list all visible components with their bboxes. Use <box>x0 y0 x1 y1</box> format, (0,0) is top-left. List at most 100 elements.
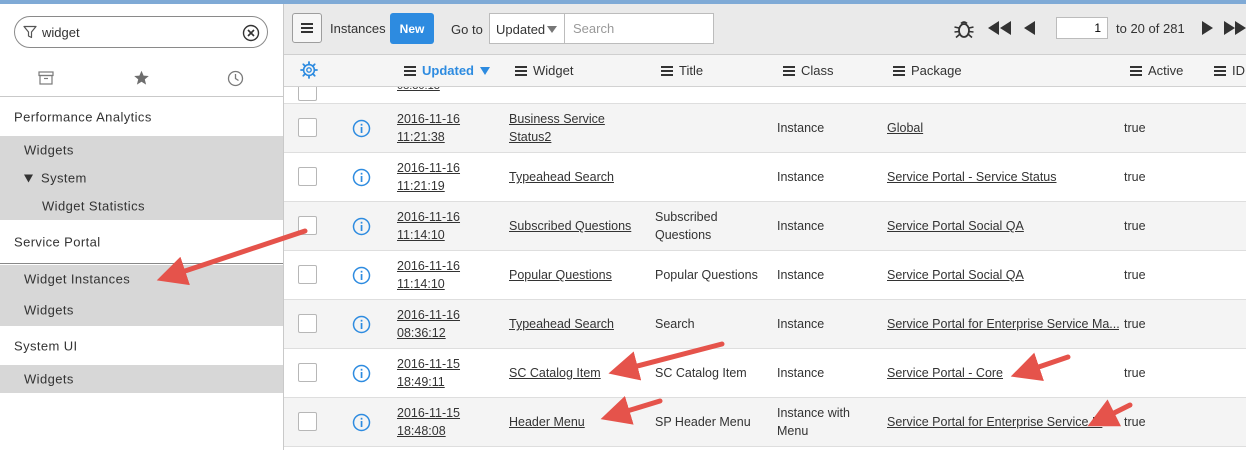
first-page-icon[interactable] <box>988 19 1012 37</box>
nav-module-widgets-pa[interactable]: Widgets <box>0 136 283 164</box>
cell-package-text[interactable]: Global <box>887 119 1119 137</box>
cell-package-text[interactable]: Service Portal - Service Status <box>887 168 1119 186</box>
cell-updated[interactable]: 2016-11-16 08:36:12 <box>397 306 460 342</box>
table-row[interactable]: 2016-11-16 11:14:10 Subscribed Questions Su… <box>284 202 1246 251</box>
star-icon[interactable] <box>129 66 153 90</box>
row-checkbox[interactable] <box>298 314 317 333</box>
cell-package[interactable]: Service Portal Social QA <box>887 266 1119 284</box>
table-row[interactable]: 2016-11-15 18:48:08 Header Menu SP Header M… <box>284 398 1246 447</box>
cell-updated[interactable]: 2016-11-16 11:14:10 <box>397 257 460 293</box>
cell-widget[interactable]: Typeahead Search <box>509 168 634 186</box>
nav-module-widget-instances[interactable]: Widget Instances <box>0 265 283 293</box>
next-page-icon[interactable] <box>1201 19 1213 37</box>
row-checkbox[interactable] <box>298 87 317 101</box>
cell-updated-partial[interactable]: 08:30:13 <box>397 87 440 95</box>
cell-updated-text[interactable]: 2016-11-16 <box>397 257 460 275</box>
cell-updated-text[interactable]: 2016-11-16 <box>397 159 460 177</box>
cell-package[interactable]: Service Portal - Service Status <box>887 168 1119 186</box>
nav-app-system-ui[interactable]: System UI <box>0 326 283 365</box>
cell-updated-text[interactable]: 2016-11-16 <box>397 208 460 226</box>
cell-updated-text[interactable]: 11:14:10 <box>397 226 460 244</box>
cell-widget[interactable]: Popular Questions <box>509 266 634 284</box>
cell-widget-text[interactable]: Business Service Status2 <box>509 110 634 146</box>
cell-package-text[interactable]: Service Portal - Core <box>887 364 1119 382</box>
table-row[interactable]: 2016-11-16 11:14:10 Popular Questions Popul… <box>284 251 1246 300</box>
info-icon[interactable] <box>352 364 371 383</box>
nav-app-performance-analytics[interactable]: Performance Analytics <box>0 97 283 136</box>
navigator-filter-input[interactable]: widget <box>42 25 80 40</box>
nav-module-system[interactable]: System <box>0 164 283 192</box>
cell-updated-text[interactable]: 2016-11-16 <box>397 306 460 324</box>
row-checkbox[interactable] <box>298 412 317 431</box>
cell-package-text[interactable]: Service Portal for Enterprise Service M <box>887 413 1119 431</box>
info-icon[interactable] <box>352 413 371 432</box>
info-icon[interactable] <box>352 168 371 187</box>
cell-updated-text[interactable]: 2016-11-15 <box>397 355 460 373</box>
cell-updated-text[interactable]: 18:48:08 <box>397 422 460 440</box>
nav-module-widgets-sp[interactable]: Widgets <box>0 293 283 326</box>
cell-widget[interactable]: Header Menu <box>509 413 634 431</box>
column-header-package[interactable]: Package <box>893 63 962 78</box>
cell-widget-text[interactable]: Typeahead Search <box>509 315 634 333</box>
goto-field-select[interactable]: Updated <box>489 13 565 44</box>
column-header-updated[interactable]: Updated <box>404 63 490 78</box>
last-page-icon[interactable] <box>1224 19 1246 37</box>
cell-package[interactable]: Service Portal - Core <box>887 364 1119 382</box>
cell-widget-text[interactable]: Subscribed Questions <box>509 217 634 235</box>
cell-package[interactable]: Global <box>887 119 1119 137</box>
cell-widget[interactable]: Subscribed Questions <box>509 217 634 235</box>
cell-updated[interactable]: 2016-11-16 11:21:38 <box>397 110 460 146</box>
new-button[interactable]: New <box>390 13 434 44</box>
row-checkbox[interactable] <box>298 118 317 137</box>
row-checkbox[interactable] <box>298 216 317 235</box>
column-menu-icon[interactable] <box>893 65 905 76</box>
nav-app-service-portal[interactable]: Service Portal <box>0 220 283 264</box>
cell-widget[interactable]: Typeahead Search <box>509 315 634 333</box>
previous-page-icon[interactable] <box>1024 19 1036 37</box>
cell-widget-text[interactable]: Header Menu <box>509 413 634 431</box>
row-checkbox[interactable] <box>298 167 317 186</box>
info-icon[interactable] <box>352 315 371 334</box>
cell-package-text[interactable]: Service Portal for Enterprise Service Ma… <box>887 315 1119 333</box>
info-icon[interactable] <box>352 266 371 285</box>
column-menu-icon[interactable] <box>1214 65 1226 76</box>
cell-updated[interactable]: 2016-11-15 18:49:11 <box>397 355 460 391</box>
info-icon[interactable] <box>352 217 371 236</box>
nav-module-widgets-ui[interactable]: Widgets <box>0 365 283 393</box>
clock-icon[interactable] <box>223 66 247 90</box>
column-menu-icon[interactable] <box>515 65 527 76</box>
cell-updated-text[interactable]: 2016-11-16 <box>397 110 460 128</box>
cell-updated-text[interactable]: 11:14:10 <box>397 275 460 293</box>
cell-widget-text[interactable]: Typeahead Search <box>509 168 634 186</box>
column-header-widget[interactable]: Widget <box>515 63 573 78</box>
table-row[interactable]: 2016-11-16 08:36:12 Typeahead Search Search… <box>284 300 1246 349</box>
cell-updated-text[interactable]: 11:21:19 <box>397 177 460 195</box>
table-row[interactable]: 2016-11-15 18:49:11 SC Catalog Item SC Cata… <box>284 349 1246 398</box>
table-row-partial[interactable]: 08:30:13 <box>284 87 1246 104</box>
cell-updated[interactable]: 2016-11-16 11:14:10 <box>397 208 460 244</box>
cell-package[interactable]: Service Portal for Enterprise Service Ma… <box>887 315 1119 333</box>
cell-updated-text[interactable]: 18:49:11 <box>397 373 460 391</box>
column-header-active[interactable]: Active <box>1130 63 1183 78</box>
cell-widget[interactable]: Business Service Status2 <box>509 110 634 146</box>
cell-widget[interactable]: SC Catalog Item <box>509 364 634 382</box>
row-checkbox[interactable] <box>298 363 317 382</box>
cell-updated-text[interactable]: 08:36:12 <box>397 324 460 342</box>
cell-package-text[interactable]: Service Portal Social QA <box>887 266 1119 284</box>
archive-icon[interactable] <box>34 66 58 90</box>
gear-icon[interactable] <box>300 61 318 79</box>
cell-widget-text[interactable]: SC Catalog Item <box>509 364 634 382</box>
navigator-filter[interactable]: widget <box>14 16 268 48</box>
list-menu-button[interactable] <box>292 13 322 43</box>
cell-updated[interactable]: 2016-11-15 18:48:08 <box>397 404 460 440</box>
column-menu-icon[interactable] <box>1130 65 1142 76</box>
column-menu-icon[interactable] <box>661 65 673 76</box>
cell-package[interactable]: Service Portal Social QA <box>887 217 1119 235</box>
cell-updated-text[interactable]: 11:21:38 <box>397 128 460 146</box>
table-row[interactable]: 2016-11-16 11:21:38 Business Service Statu… <box>284 104 1246 153</box>
info-icon[interactable] <box>352 119 371 138</box>
column-header-title[interactable]: Title <box>661 63 703 78</box>
cell-package-text[interactable]: Service Portal Social QA <box>887 217 1119 235</box>
close-circle-icon[interactable] <box>242 24 260 42</box>
nav-module-widget-statistics[interactable]: Widget Statistics <box>0 192 283 220</box>
